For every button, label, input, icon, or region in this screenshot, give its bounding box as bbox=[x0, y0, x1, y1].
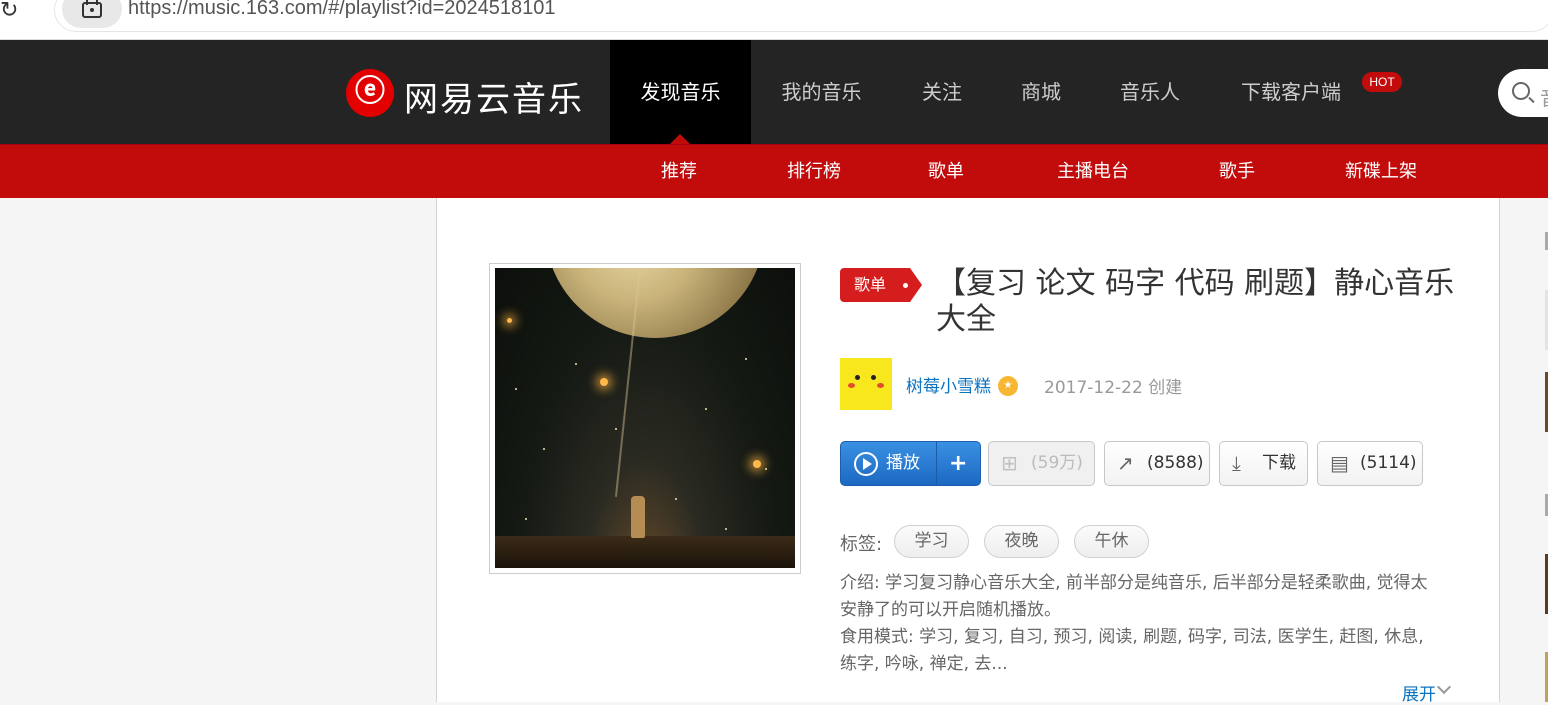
subnav-radio[interactable]: 主播电台 bbox=[1057, 157, 1129, 183]
cover-star bbox=[765, 468, 767, 470]
tags-label: 标签: bbox=[840, 534, 883, 555]
tag-study[interactable]: 学习 bbox=[894, 525, 969, 558]
nav-discover-music[interactable]: 发现音乐 bbox=[610, 40, 751, 144]
playlist-badge: 歌单 bbox=[840, 268, 910, 302]
subnav-charts[interactable]: 排行榜 bbox=[787, 157, 841, 183]
cover-ground bbox=[495, 536, 795, 568]
nav-store[interactable]: 商城 bbox=[992, 40, 1090, 144]
cover-glow-light bbox=[753, 460, 761, 468]
nav-download-client[interactable]: 下载客户端 bbox=[1210, 40, 1372, 144]
nav-musician[interactable]: 音乐人 bbox=[1090, 40, 1210, 144]
search-icon bbox=[1512, 82, 1530, 100]
cover-star bbox=[525, 518, 527, 520]
avatar-eye bbox=[871, 375, 876, 380]
play-button[interactable]: 播放 + bbox=[840, 441, 981, 486]
playlist-badge-dot bbox=[903, 283, 908, 288]
hot-badge: HOT bbox=[1362, 72, 1402, 92]
reload-icon[interactable]: ↻ bbox=[0, 0, 18, 23]
download-button[interactable]: ⤓ 下载 bbox=[1219, 441, 1308, 486]
cover-star bbox=[745, 358, 747, 360]
share-count: (8588) bbox=[1147, 453, 1204, 473]
download-icon: ⤓ bbox=[1232, 451, 1241, 475]
subnav-new-albums[interactable]: 新碟上架 bbox=[1345, 157, 1417, 183]
logo-text[interactable]: 网易云音乐 bbox=[404, 72, 584, 121]
vip-badge-icon: ★ bbox=[998, 376, 1018, 396]
cover-star bbox=[575, 363, 577, 365]
creator-name-link[interactable]: 树莓小雪糕 bbox=[906, 372, 991, 397]
avatar-cheek bbox=[848, 383, 855, 388]
description-usage: 食用模式: 学习, 复习, 自习, 预习, 阅读, 刷题, 码字, 司法, 医学… bbox=[840, 627, 1424, 674]
tag-night[interactable]: 夜晚 bbox=[984, 525, 1059, 558]
cover-person bbox=[631, 496, 645, 538]
cover-star bbox=[675, 498, 677, 500]
netease-music-logo-icon[interactable]: ⓔ bbox=[346, 69, 394, 117]
comment-button[interactable]: ▤ (5114) bbox=[1317, 441, 1423, 486]
play-divider bbox=[936, 442, 937, 485]
share-icon: ↗ bbox=[1117, 451, 1134, 475]
collect-button[interactable]: ⊞ (59万) bbox=[988, 441, 1095, 486]
cover-star bbox=[615, 428, 617, 430]
cover-glow-light bbox=[600, 378, 608, 386]
comment-icon: ▤ bbox=[1330, 451, 1349, 475]
cover-glow-light bbox=[507, 318, 512, 323]
url-text[interactable]: https://music.163.com/#/playlist?id=2024… bbox=[128, 0, 556, 20]
avatar-cheek bbox=[877, 383, 884, 388]
playlist-description: 介绍: 学习复习静心音乐大全, 前半部分是纯音乐, 后半部分是轻柔歌曲, 觉得太… bbox=[840, 570, 1440, 678]
collect-count: (59万) bbox=[1031, 453, 1083, 473]
nav-my-music[interactable]: 我的音乐 bbox=[751, 40, 892, 144]
comment-count: (5114) bbox=[1360, 453, 1417, 473]
description-intro: 介绍: 学习复习静心音乐大全, 前半部分是纯音乐, 后半部分是轻柔歌曲, 觉得太… bbox=[840, 573, 1428, 620]
created-date: 2017-12-22 创建 bbox=[1044, 378, 1183, 398]
nav-follow[interactable]: 关注 bbox=[892, 40, 992, 144]
lock-icon-keyhole bbox=[90, 8, 94, 12]
download-label: 下载 bbox=[1262, 453, 1296, 473]
tag-nap[interactable]: 午休 bbox=[1074, 525, 1149, 558]
playlist-title: 【复习 论文 码字 代码 刷题】静心音乐大全 bbox=[936, 266, 1455, 337]
share-button[interactable]: ↗ (8588) bbox=[1104, 441, 1210, 486]
cover-star bbox=[725, 528, 727, 530]
playlist-cover-image[interactable] bbox=[495, 268, 795, 568]
creator-avatar[interactable] bbox=[840, 358, 892, 410]
cover-star bbox=[543, 448, 545, 450]
subnav-artists[interactable]: 歌手 bbox=[1219, 157, 1255, 183]
subnav-recommend[interactable]: 推荐 bbox=[661, 157, 697, 183]
sub-navigation-bar bbox=[0, 144, 1548, 198]
play-label: 播放 bbox=[886, 453, 920, 473]
add-to-queue-button[interactable]: + bbox=[949, 442, 967, 485]
avatar-eye bbox=[855, 375, 860, 380]
cover-star bbox=[515, 388, 517, 390]
active-nav-indicator bbox=[670, 134, 690, 144]
play-icon bbox=[854, 452, 878, 476]
cover-moon bbox=[545, 268, 765, 338]
subnav-playlists[interactable]: 歌单 bbox=[928, 157, 964, 183]
cover-star bbox=[705, 408, 707, 410]
folder-add-icon: ⊞ bbox=[1001, 451, 1018, 475]
playlist-badge-tip bbox=[910, 268, 922, 302]
expand-link[interactable]: 展开 bbox=[1402, 680, 1436, 705]
search-placeholder: 音 bbox=[1540, 82, 1548, 111]
